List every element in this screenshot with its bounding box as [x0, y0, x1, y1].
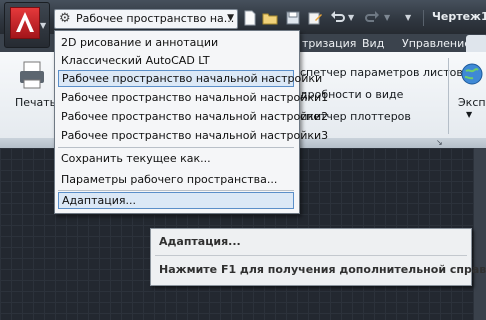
undo-dropdown-icon[interactable]: ▼ [348, 13, 364, 29]
menu-item-initial-setup-1[interactable]: Рабочее пространство начальной настройки… [58, 89, 328, 106]
chevron-down-icon[interactable]: ▼ [466, 110, 472, 119]
menu-item-initial-setup-3[interactable]: Рабочее пространство начальной настройки… [58, 127, 328, 144]
menu-divider [58, 147, 294, 148]
workspace-menu: 2D рисование и аннотации Классический Au… [54, 30, 328, 214]
panel-expand-icon[interactable]: ↘ [436, 138, 443, 147]
vertical-scrollbar[interactable] [474, 148, 486, 320]
new-icon[interactable] [242, 10, 258, 26]
tooltip-title: Адаптация... [159, 235, 241, 248]
tab-manage[interactable]: Управление [402, 37, 471, 50]
menu-item-customize[interactable]: Адаптация... [58, 192, 294, 209]
chevron-down-icon: ▼ [40, 21, 47, 30]
globe-icon[interactable] [460, 62, 484, 86]
window-title: Чертеж1 [432, 10, 486, 23]
workspace-combo-value: Рабочее пространство на... [76, 12, 235, 25]
gear-icon: ⚙ [59, 11, 71, 26]
title-bar: ⚙ Рабочее пространство на... ▼ ▼ ▼ ▼ Чер… [0, 0, 486, 34]
redo-icon[interactable] [364, 10, 380, 26]
page-setup-manager[interactable]: спетчер параметров листов [300, 66, 463, 79]
chevron-down-icon[interactable]: ▼ [227, 13, 234, 23]
print-button-label[interactable]: Печать [15, 96, 56, 109]
save-as-icon[interactable] [307, 10, 323, 26]
undo-icon[interactable] [330, 10, 346, 26]
printer-icon[interactable] [18, 60, 46, 90]
tab-view[interactable]: Вид [362, 37, 384, 50]
menu-item-save-current[interactable]: Сохранить текущее как... [58, 150, 294, 167]
tooltip-divider [155, 255, 467, 256]
menu-item-workspace-settings[interactable]: Параметры рабочего пространства... [58, 171, 294, 188]
menu-item-classic[interactable]: Классический AutoCAD LT [58, 52, 294, 69]
application-menu-button[interactable]: ▼ [4, 2, 50, 48]
tooltip-help: Нажмите F1 для получения дополнительной … [159, 263, 486, 276]
open-icon[interactable] [262, 10, 278, 26]
separator [423, 10, 424, 26]
menu-divider [58, 190, 294, 191]
workspace-combo[interactable]: ⚙ Рабочее пространство на... ▼ [54, 9, 238, 29]
tab-output-active[interactable] [466, 35, 486, 52]
menu-item-initial-setup[interactable]: Рабочее пространство начальной настройки [58, 70, 322, 87]
tab-parametrization[interactable]: тризация [302, 37, 356, 50]
menu-item-2d-drafting[interactable]: 2D рисование и аннотации [58, 34, 294, 51]
tooltip: Адаптация... Нажмите F1 для получения до… [150, 228, 486, 286]
ribbon-separator [448, 58, 449, 134]
autocad-logo [10, 7, 40, 39]
redo-dropdown-icon[interactable]: ▼ [384, 13, 400, 29]
export-label[interactable]: Экспо [458, 96, 486, 109]
customize-qa-icon[interactable]: ▼ [405, 13, 421, 29]
menu-item-initial-setup-2[interactable]: Рабочее пространство начальной настройки… [58, 108, 328, 125]
save-icon[interactable] [285, 10, 301, 26]
